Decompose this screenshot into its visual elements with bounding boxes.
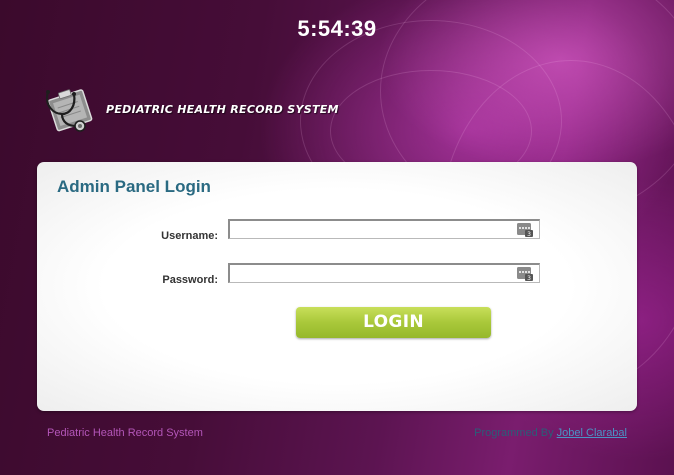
password-manager-key-icon[interactable]: 3 <box>517 267 533 281</box>
login-button[interactable]: LOGIN <box>296 307 491 338</box>
password-label: Password: <box>162 274 218 286</box>
footer-system-name: Pediatric Health Record System <box>47 427 203 439</box>
username-label: Username: <box>161 230 218 242</box>
stethoscope-clipboard-icon <box>46 89 93 132</box>
password-field[interactable]: 3 <box>228 263 540 283</box>
author-link[interactable]: Jobel Clarabal <box>557 427 627 439</box>
clock: 5:54:39 <box>297 16 377 41</box>
username-field[interactable]: 3 <box>228 219 540 239</box>
header-brand: PEDIATRIC HEALTH RECORD SYSTEM <box>40 84 339 134</box>
panel-title: Admin Panel Login <box>57 177 211 196</box>
password-manager-key-icon[interactable]: 3 <box>517 223 533 237</box>
svg-text:3: 3 <box>527 275 531 281</box>
system-title: PEDIATRIC HEALTH RECORD SYSTEM <box>106 102 339 116</box>
svg-text:3: 3 <box>527 231 531 237</box>
footer-credit: Programmed By Jobel Clarabal <box>474 427 627 439</box>
login-panel: Admin Panel Login Username: 3 Password: … <box>37 162 637 411</box>
programmed-by-label: Programmed By <box>474 427 554 439</box>
